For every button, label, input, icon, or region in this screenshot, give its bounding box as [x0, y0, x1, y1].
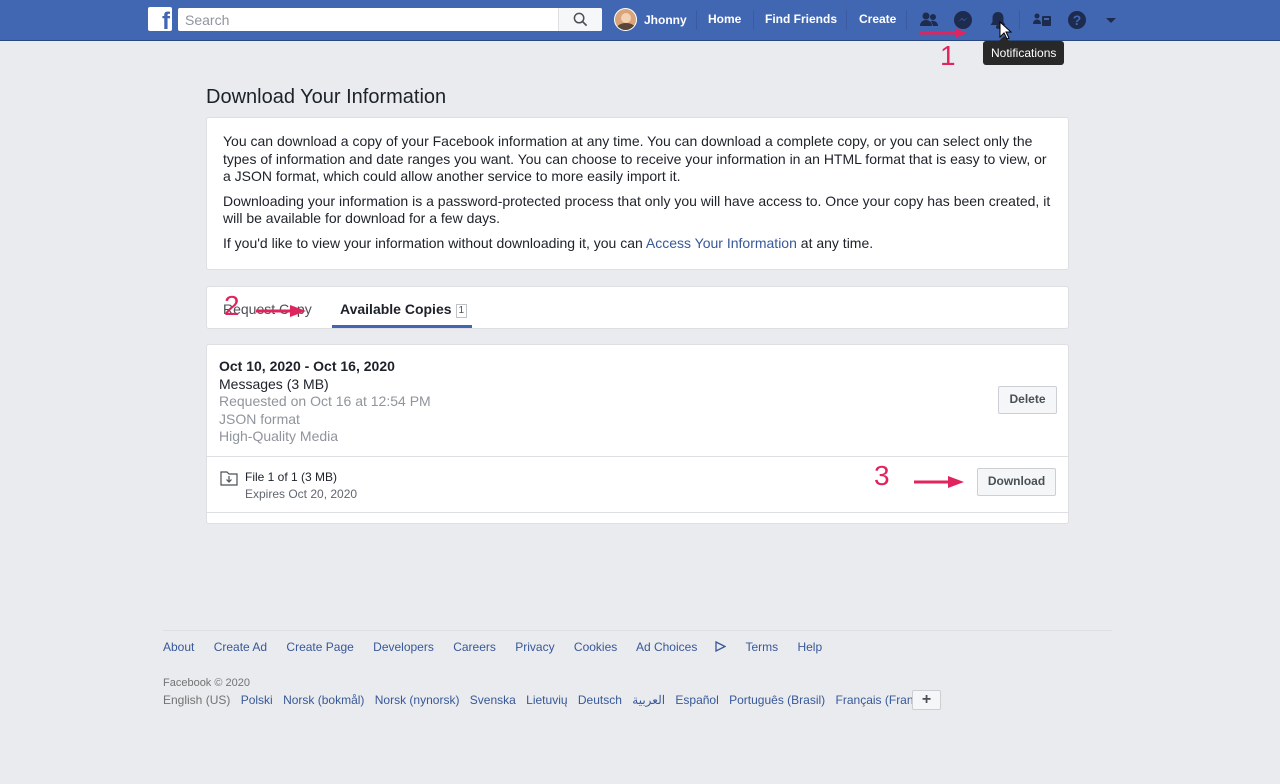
notifications-tooltip: Notifications	[983, 36, 1065, 65]
language-list: English (US) Polski Norsk (bokmål) Norsk…	[163, 693, 937, 707]
find-friends-link[interactable]: Find Friends	[765, 12, 837, 26]
available-copy-card: Oct 10, 2020 - Oct 16, 2020 Messages (3 …	[206, 344, 1069, 524]
annotation-label-3: 3	[874, 460, 890, 491]
intro-card: You can download a copy of your Facebook…	[206, 117, 1069, 270]
copyright: Facebook © 2020	[163, 677, 250, 689]
footer-link-help[interactable]: Help	[797, 640, 822, 654]
home-link[interactable]: Home	[708, 12, 741, 26]
search-icon	[573, 12, 588, 27]
page-title: Download Your Information	[206, 86, 447, 108]
copy-media-quality: High-Quality Media	[219, 428, 339, 444]
nav-divider	[906, 10, 907, 30]
file-expiry: Expires Oct 20, 2020	[245, 487, 358, 501]
language-link[interactable]: Español	[675, 693, 718, 707]
intro-paragraph: You can download a copy of your Facebook…	[223, 133, 1047, 184]
groups-icon[interactable]	[1031, 9, 1053, 31]
language-current: English (US)	[163, 693, 231, 707]
language-link[interactable]: Svenska	[470, 693, 516, 707]
nav-divider	[1019, 10, 1020, 30]
tab-count-badge: 1	[455, 304, 468, 318]
active-tab-indicator	[332, 325, 472, 328]
add-language-button[interactable]: +	[912, 690, 941, 710]
profile-name: Jhonny	[644, 12, 687, 27]
footer-divider	[163, 630, 1112, 631]
tabs-card: Request Copy Available Copies 1	[206, 286, 1069, 329]
help-icon[interactable]: ?	[1066, 9, 1088, 31]
intro-paragraph: If you'd like to view your information w…	[223, 234, 874, 251]
search-box	[178, 8, 602, 31]
intro-paragraph: Downloading your information is a passwo…	[223, 192, 1051, 227]
download-button[interactable]: Download	[977, 468, 1056, 496]
search-input[interactable]	[178, 8, 560, 31]
avatar	[614, 8, 637, 31]
access-your-information-link[interactable]: Access Your Information	[646, 235, 797, 251]
footer-link-cookies[interactable]: Cookies	[574, 640, 617, 654]
language-link[interactable]: Norsk (bokmål)	[283, 693, 364, 707]
annotation-arrow-2	[256, 305, 306, 317]
footer-link-privacy[interactable]: Privacy	[515, 640, 554, 654]
nav-divider	[846, 10, 847, 30]
language-link[interactable]: Deutsch	[578, 693, 622, 707]
language-link[interactable]: العربية	[632, 693, 665, 707]
footer-links: About Create Ad Create Page Developers C…	[163, 640, 838, 654]
language-link[interactable]: Português (Brasil)	[729, 693, 825, 707]
tab-available-copies[interactable]: Available Copies 1	[340, 301, 468, 318]
language-link[interactable]: Polski	[241, 693, 273, 707]
footer-link-ad-choices[interactable]: Ad Choices	[636, 640, 727, 654]
copy-content: Messages (3 MB)	[219, 375, 329, 392]
facebook-logo-icon[interactable]: f	[148, 7, 172, 31]
copy-details: Oct 10, 2020 - Oct 16, 2020 Messages (3 …	[219, 358, 431, 446]
search-button[interactable]	[558, 8, 602, 31]
chevron-down-icon[interactable]	[1100, 9, 1122, 31]
annotation-label-1: 1	[940, 40, 956, 71]
ad-choices-icon	[715, 640, 727, 653]
annotation-label-2: 2	[224, 290, 240, 321]
nav-divider	[753, 10, 754, 30]
footer-link-careers[interactable]: Careers	[453, 640, 496, 654]
profile-link[interactable]: Jhonny	[614, 8, 687, 31]
footer-link-about[interactable]: About	[163, 640, 194, 654]
footer-link-create-ad[interactable]: Create Ad	[214, 640, 267, 654]
copy-requested-date: Requested on Oct 16 at 12:54 PM	[219, 393, 431, 409]
footer-link-developers[interactable]: Developers	[373, 640, 434, 654]
folder-download-icon	[220, 471, 238, 486]
language-link[interactable]: Norsk (nynorsk)	[375, 693, 460, 707]
annotation-arrow-1	[919, 28, 967, 38]
language-link[interactable]: Lietuvių	[526, 693, 567, 707]
copy-date-range: Oct 10, 2020 - Oct 16, 2020	[219, 358, 395, 374]
file-name: File 1 of 1 (3 MB)	[245, 470, 338, 484]
delete-button[interactable]: Delete	[998, 386, 1057, 414]
footer-link-terms[interactable]: Terms	[745, 640, 778, 654]
mouse-cursor-icon	[999, 21, 1013, 40]
create-link[interactable]: Create	[859, 12, 896, 26]
top-navigation-bar: f Jhonny Home Find Friends Create ?	[0, 0, 1280, 41]
nav-divider	[696, 10, 697, 30]
annotation-arrow-3	[914, 476, 964, 488]
svg-text:?: ?	[1073, 12, 1082, 28]
footer-link-create-page[interactable]: Create Page	[286, 640, 353, 654]
copy-format: JSON format	[219, 410, 300, 427]
